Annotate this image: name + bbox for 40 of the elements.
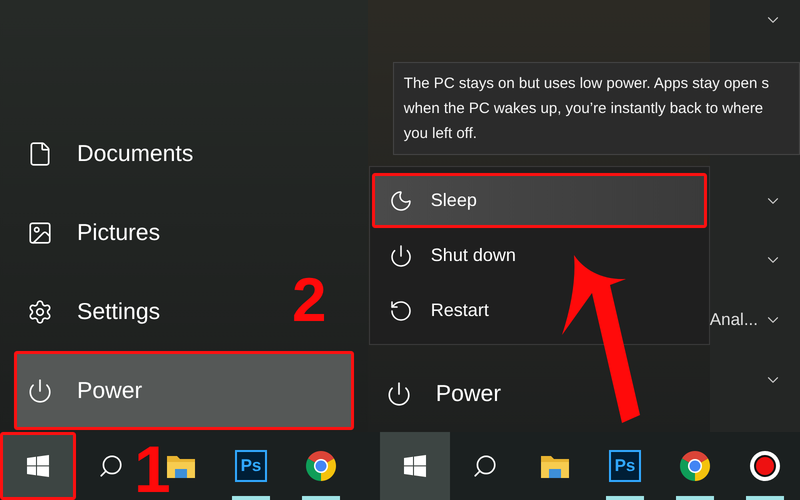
power-icon — [386, 380, 412, 406]
taskbar-button[interactable]: Ps — [600, 432, 650, 500]
windows-logo-icon — [404, 455, 426, 477]
tooltip-text-line: The PC stays on but uses low power. Apps stay open s — [404, 74, 769, 94]
photoshop-icon: Ps — [235, 450, 267, 482]
running-indicator — [606, 496, 644, 500]
power-icon — [388, 244, 413, 268]
running-indicator — [676, 496, 714, 500]
settings-icon — [27, 298, 53, 324]
chrome-icon — [305, 450, 337, 482]
start-menu-item[interactable]: Power — [368, 355, 710, 432]
tooltip-text-line: when the PC wakes up, you’re instantly back to where — [404, 99, 764, 119]
search-icon — [472, 453, 498, 479]
taskbar-button[interactable] — [380, 432, 450, 500]
start-menu-item[interactable]: Pictures — [14, 193, 174, 272]
moon-icon — [388, 188, 413, 212]
power-option[interactable]: Sleep — [372, 173, 707, 228]
restart-icon — [388, 298, 413, 322]
app-name: Anal... — [710, 309, 758, 332]
chrome-icon — [679, 450, 711, 482]
start-menu-item[interactable]: Settings — [14, 272, 174, 351]
power-option[interactable]: Restart — [372, 283, 707, 338]
picture-icon — [27, 220, 53, 246]
power-option[interactable]: Shut down — [372, 228, 707, 283]
start-menu-item[interactable]: Documents — [14, 114, 206, 193]
step-number: 1 — [134, 436, 171, 500]
record-icon — [749, 450, 781, 482]
tooltip-text-line: you left off. — [404, 124, 477, 144]
running-indicator — [232, 496, 270, 500]
step-number: 2 — [292, 270, 326, 332]
power-icon — [27, 378, 53, 404]
running-indicator — [302, 496, 340, 500]
taskbar-button[interactable]: Ps — [226, 432, 276, 500]
photoshop-icon: Ps — [609, 450, 641, 482]
search-icon — [98, 453, 124, 479]
folder-icon — [540, 453, 570, 479]
taskbar-button[interactable] — [3, 435, 73, 497]
running-indicator — [746, 496, 784, 500]
windows-logo-icon — [27, 455, 49, 477]
start-menu-item[interactable]: Power — [14, 351, 354, 430]
